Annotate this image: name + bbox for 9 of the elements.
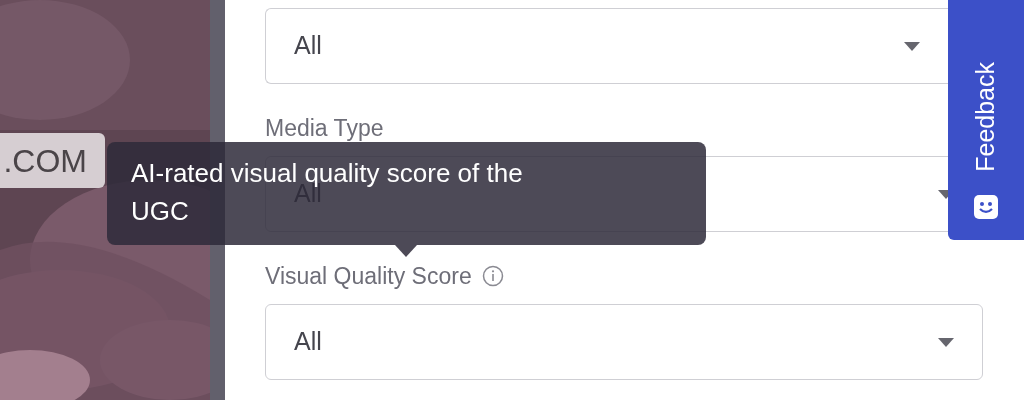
feedback-tab[interactable]: Feedback (948, 0, 1024, 240)
filter-label: Media Type (265, 113, 384, 143)
domain-label: .COM (0, 133, 105, 188)
smiley-icon (973, 194, 999, 220)
filter-label: Visual Quality Score (265, 261, 472, 291)
filter-dropdown[interactable]: All (265, 8, 948, 84)
caret-icon (938, 337, 954, 347)
filter-dropdown[interactable]: All (265, 304, 983, 380)
caret-icon (904, 41, 920, 51)
